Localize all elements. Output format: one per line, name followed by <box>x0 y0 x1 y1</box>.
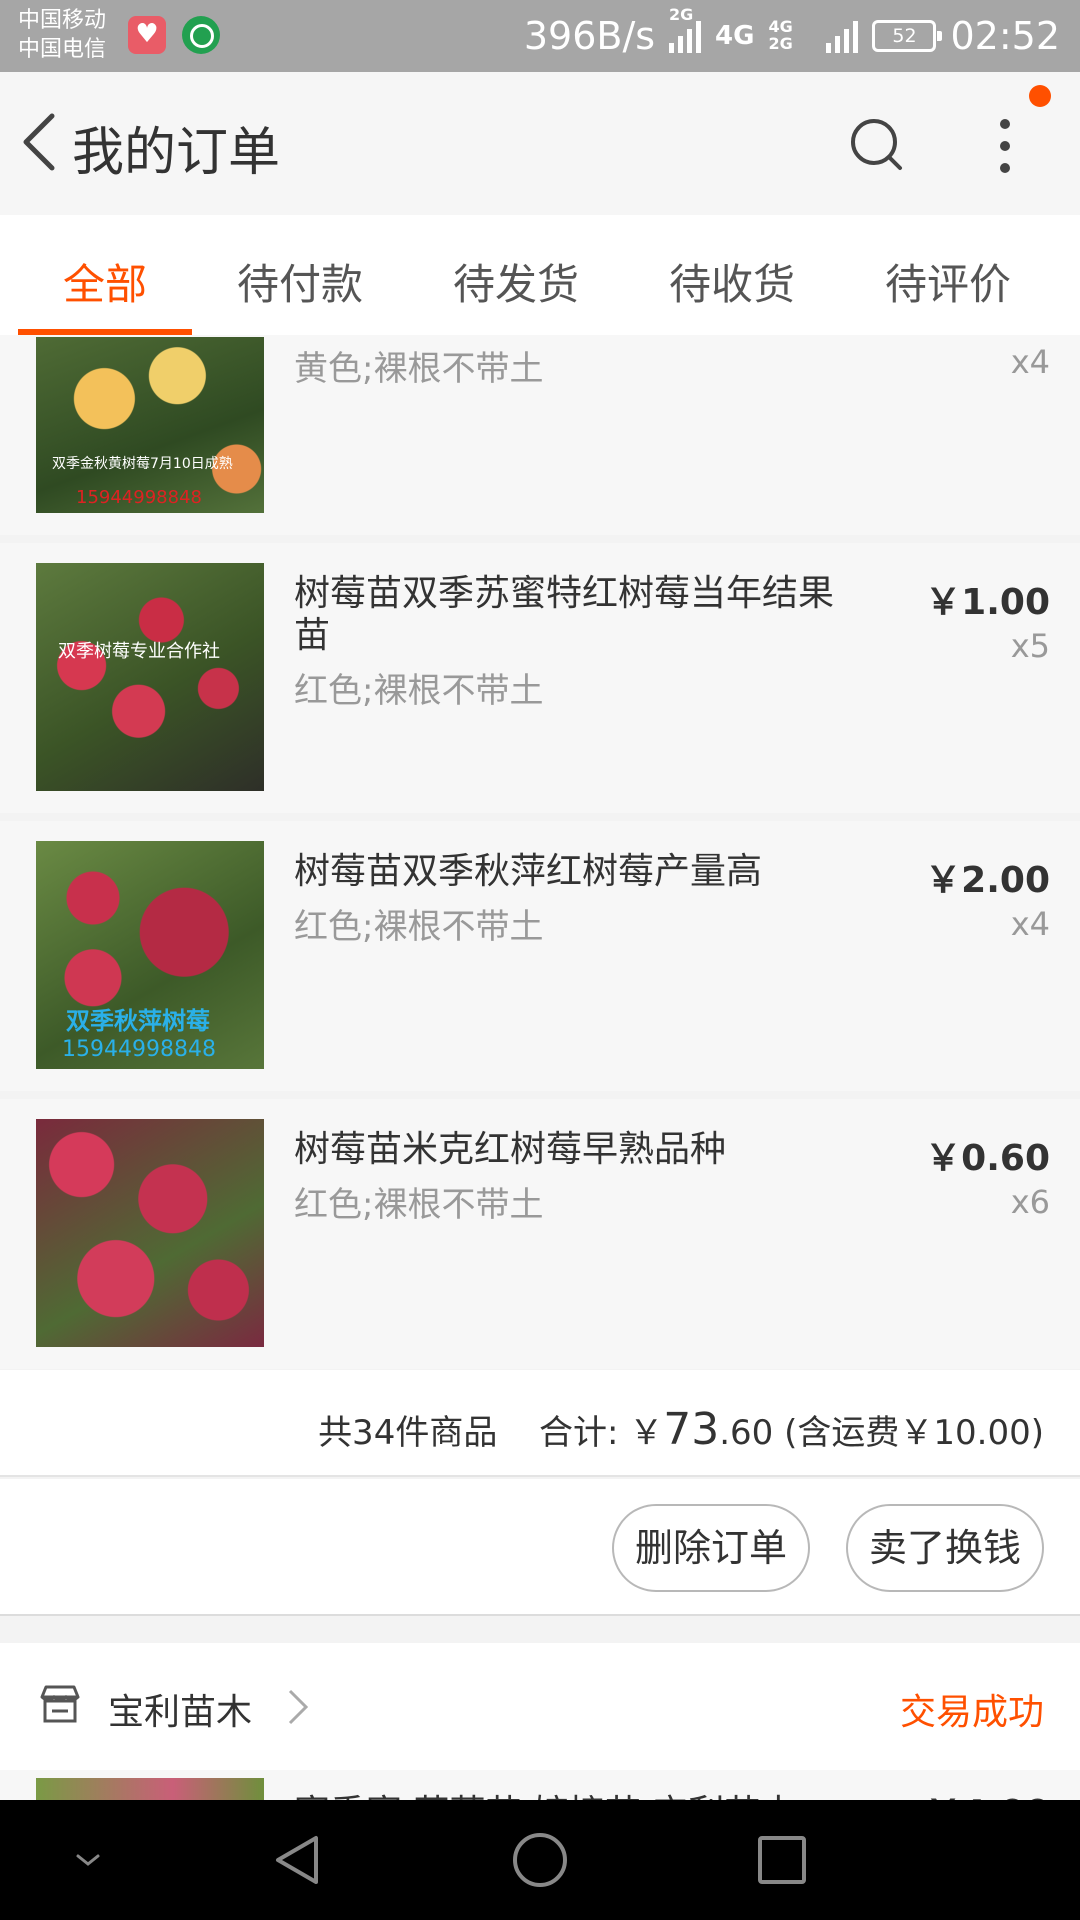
notification-dot <box>1029 85 1051 107</box>
item-spec: 红色;裸根不带土 <box>294 671 544 711</box>
product-image <box>36 1119 264 1347</box>
image-caption: 双季金秋黄树莓7月10日成熟 <box>52 456 233 472</box>
tab-pending-shipment[interactable]: 待发货 <box>453 251 579 312</box>
item-spec: 红色;裸根不带土 <box>294 1185 544 1225</box>
item-spec: 黄色;裸根不带土 <box>294 349 544 389</box>
item-price: ￥0.60 <box>925 1138 1050 1179</box>
item-name: 树莓苗双季苏蜜特红树莓当年结果苗 <box>294 573 835 656</box>
battery-icon: 52 <box>872 20 943 52</box>
carrier-2: 中国电信 <box>18 37 107 62</box>
delete-order-button[interactable]: 删除订单 <box>612 1504 810 1592</box>
item-price: ￥2.00 <box>925 860 1050 901</box>
more-icon[interactable] <box>990 116 1020 176</box>
item-name: 寒季寒 草莓苗 嫁接苗 宝利苗木 <box>294 1784 796 1800</box>
list-item[interactable]: 树莓苗米克红树莓早熟品种 红色;裸根不带土 ￥0.60 x6 <box>0 1099 1080 1369</box>
order-tabs: 全部 待付款 待发货 待收货 待评价 <box>0 215 1080 335</box>
list-item[interactable]: 双季金秋黄树莓7月10日成熟 15944998848 黄色;裸根不带土 x4 <box>0 335 1080 535</box>
net-2g-label: 2G <box>669 5 694 24</box>
image-caption: 双季树莓专业合作社 <box>58 641 220 662</box>
net-4g-small: 4G <box>768 17 793 36</box>
image-caption: 双季秋萍树莓 <box>66 1007 210 1035</box>
carrier-1: 中国移动 <box>18 8 107 33</box>
product-image: 双季树莓专业合作社 <box>36 563 264 791</box>
search-icon[interactable] <box>848 116 904 172</box>
home-nav-icon[interactable] <box>510 1830 570 1890</box>
total-label: 合计: <box>538 1413 619 1453</box>
item-qty: x4 <box>1010 905 1050 943</box>
product-image <box>36 1778 264 1800</box>
item-price: ￥4.00 <box>925 1784 1050 1800</box>
page-title: 我的订单 <box>72 123 281 183</box>
clock: 02:52 <box>950 14 1060 58</box>
list-item[interactable]: 双季树莓专业合作社 树莓苗双季苏蜜特红树莓当年结果苗 红色;裸根不带土 ￥1.0… <box>0 543 1080 813</box>
item-spec: 红色;裸根不带土 <box>294 907 544 947</box>
total-integer: 73 <box>663 1404 720 1455</box>
hide-nav-icon[interactable] <box>58 1830 118 1890</box>
currency-symbol: ￥ <box>629 1413 664 1453</box>
system-nav-bar <box>0 1800 1080 1920</box>
total-decimal: .60 <box>719 1413 774 1453</box>
net-4g-label: 4G <box>715 21 755 51</box>
item-name: 树莓苗米克红树莓早熟品种 <box>294 1129 727 1170</box>
shop-icon <box>40 1685 80 1723</box>
green-app-icon <box>182 16 220 54</box>
signal-bars-icon <box>826 19 859 53</box>
item-count: 共34件商品 <box>318 1413 498 1453</box>
image-phone: 15944998848 <box>62 1037 216 1062</box>
tab-all[interactable]: 全部 <box>63 251 147 312</box>
shop-name[interactable]: 宝利苗木 <box>108 1683 252 1735</box>
recents-nav-icon[interactable] <box>752 1830 812 1890</box>
product-image: 双季金秋黄树莓7月10日成熟 15944998848 <box>36 337 264 513</box>
order-actions: 删除订单 卖了换钱 <box>0 1479 1080 1616</box>
list-item[interactable]: 寒季寒 草莓苗 嫁接苗 宝利苗木 ￥4.00 <box>0 1770 1080 1800</box>
shop-header[interactable]: 宝利苗木 交易成功 <box>0 1643 1080 1770</box>
status-indicators: 396B/s 2G 4G 4G 2G 52 02:52 <box>523 7 1060 60</box>
net-speed: 396B/s <box>523 14 656 58</box>
image-phone: 15944998848 <box>76 487 202 508</box>
signal-4g-2g-icon: 4G 2G <box>768 19 812 53</box>
order-summary: 共34件商品 合计: ￥73.60 (含运费￥10.00) <box>0 1370 1080 1477</box>
item-name: 树莓苗双季秋萍红树莓产量高 <box>294 851 763 892</box>
health-app-icon <box>128 16 166 54</box>
back-icon[interactable] <box>18 110 62 174</box>
shipping-fee: (含运费￥10.00) <box>784 1413 1044 1453</box>
list-item[interactable]: 双季秋萍树莓 15944998848 树莓苗双季秋萍红树莓产量高 红色;裸根不带… <box>0 821 1080 1091</box>
order-status: 交易成功 <box>899 1692 1044 1733</box>
item-qty: x4 <box>1010 343 1050 381</box>
resell-button[interactable]: 卖了换钱 <box>846 1504 1044 1592</box>
carrier-names: 中国移动 中国电信 <box>18 6 106 64</box>
tab-pending-review[interactable]: 待评价 <box>885 251 1011 312</box>
product-image: 双季秋萍树莓 15944998848 <box>36 841 264 1069</box>
item-qty: x6 <box>1010 1183 1050 1221</box>
chevron-right-icon <box>288 1689 309 1725</box>
title-bar: 我的订单 <box>0 72 1080 215</box>
net-2g-small: 2G <box>768 34 793 53</box>
status-bar: 中国移动 中国电信 396B/s 2G 4G 4G 2G 52 02:52 <box>0 0 1080 72</box>
item-price: ￥1.00 <box>925 582 1050 623</box>
summary-text: 共34件商品 合计: ￥73.60 (含运费￥10.00) <box>318 1404 1044 1455</box>
tab-pending-receipt[interactable]: 待收货 <box>669 251 795 312</box>
signal-2g-icon: 2G <box>669 7 702 53</box>
tab-pending-payment[interactable]: 待付款 <box>237 251 363 312</box>
item-qty: x5 <box>1010 627 1050 665</box>
back-nav-icon[interactable] <box>268 1830 328 1890</box>
